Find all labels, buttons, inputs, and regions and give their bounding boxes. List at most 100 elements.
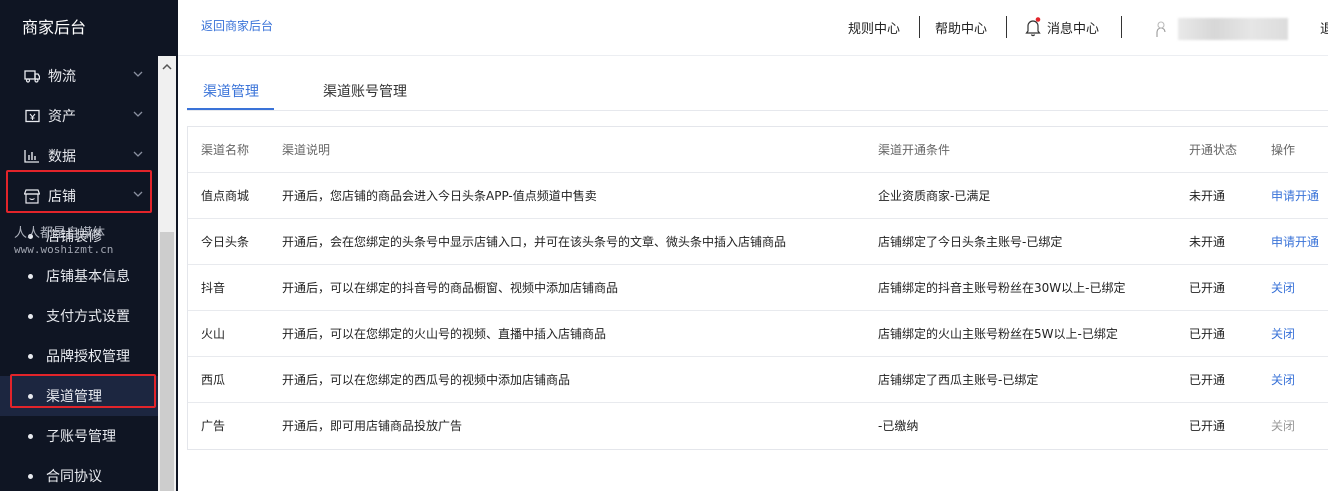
bullet-icon [28,393,33,399]
table-row: 广告 开通后，即可用店铺商品投放广告 -已缴纳 已开通 关闭 [188,403,1328,449]
channel-name: 广告 [201,419,226,433]
channel-status: 已开通 [1189,281,1226,295]
chevron-down-icon [133,71,143,77]
bullet-icon [28,433,33,439]
apply-open-button[interactable]: 申请开通 [1271,219,1319,265]
channel-status: 未开通 [1189,235,1226,249]
channel-table: 渠道名称 渠道说明 渠道开通条件 开通状态 操作 值点商城 开通后，您店铺的商品… [187,126,1328,450]
channel-name: 今日头条 [201,235,250,249]
logout-link[interactable]: 退 [1320,18,1328,37]
column-header-status: 开通状态 [1189,143,1238,157]
channel-description: 开通后，可以在您绑定的火山号的视频、直播中插入店铺商品 [282,327,607,341]
bullet-icon [28,473,33,479]
chevron-down-icon [133,111,143,117]
app-title: 商家后台 [22,18,87,37]
active-tab-indicator [187,108,274,110]
sidebar-item-store[interactable]: 店铺 [0,176,158,216]
sidebar-subitem-label: 店铺基本信息 [46,269,130,285]
apply-open-button[interactable]: 申请开通 [1271,173,1319,219]
back-to-merchant-link[interactable]: 返回商家后台 [201,17,273,34]
column-header-action: 操作 [1271,143,1296,157]
channel-status: 未开通 [1189,189,1226,203]
column-header-description: 渠道说明 [282,143,331,157]
channel-name: 抖音 [201,281,226,295]
bell-icon[interactable] [1024,17,1042,37]
sidebar-subitem-sub-accounts[interactable]: 子账号管理 [0,416,158,456]
sidebar-item-data[interactable]: 数据 [0,136,158,176]
sidebar-item-label: 物流 [48,69,76,85]
table-row: 值点商城 开通后，您店铺的商品会进入今日头条APP-值点频道中售卖 企业资质商家… [188,173,1328,219]
channel-status: 已开通 [1189,419,1226,433]
table-row: 今日头条 开通后，会在您绑定的头条号中显示店铺入口，并可在该头条号的文章、微头条… [188,219,1328,265]
sidebar-subitem-label: 子账号管理 [46,429,116,445]
main-panel: 渠道管理 渠道账号管理 渠道名称 渠道说明 渠道开通条件 开通状态 操作 值点商… [178,56,1328,491]
header-divider [919,16,920,38]
channel-condition: 店铺绑定的火山主账号粉丝在5W以上-已绑定 [878,327,1118,341]
user-icon[interactable] [1154,18,1168,38]
header-divider [1121,16,1122,38]
table-row: 抖音 开通后，可以在绑定的抖音号的商品橱窗、视频中添加店铺商品 店铺绑定的抖音主… [188,265,1328,311]
store-icon [24,188,40,204]
sidebar-subitem-brand-authorization[interactable]: 品牌授权管理 [0,336,158,376]
sidebar-item-label: 数据 [48,149,76,165]
sidebar: 商家后台 物流 资产 数据 店铺 店铺装修 店铺基本信息 支付方式设置 品牌授权… [0,0,178,491]
channel-status: 已开通 [1189,327,1226,341]
channel-condition: 店铺绑定了西瓜主账号-已绑定 [878,373,1039,387]
channel-name: 火山 [201,327,226,341]
channel-description: 开通后，会在您绑定的头条号中显示店铺入口，并可在该头条号的文章、微头条中插入店铺… [282,235,787,249]
table-header-row: 渠道名称 渠道说明 渠道开通条件 开通状态 操作 [188,127,1328,173]
wallet-icon [24,108,40,124]
message-center-link[interactable]: 消息中心 [1047,18,1099,37]
header-divider [1006,16,1007,38]
watermark-url: www.woshizmt.cn [14,243,114,256]
sidebar-subitem-label: 渠道管理 [46,389,102,405]
column-header-name: 渠道名称 [201,143,250,157]
close-channel-button[interactable]: 关闭 [1271,357,1295,403]
channel-condition: 店铺绑定了今日头条主账号-已绑定 [878,235,1063,249]
channel-description: 开通后，可以在绑定的抖音号的商品橱窗、视频中添加店铺商品 [282,281,619,295]
table-row: 西瓜 开通后，可以在您绑定的西瓜号的视频中添加店铺商品 店铺绑定了西瓜主账号-已… [188,357,1328,403]
rules-center-link[interactable]: 规则中心 [848,18,900,37]
channel-condition: 店铺绑定的抖音主账号粉丝在30W以上-已绑定 [878,281,1126,295]
channel-status: 已开通 [1189,373,1226,387]
top-header: 返回商家后台 规则中心 帮助中心 消息中心 退 [178,0,1328,56]
watermark: 人人都是自媒体 www.woshizmt.cn [14,226,113,258]
close-channel-button[interactable]: 关闭 [1271,265,1295,311]
scroll-up-arrow-icon[interactable] [161,62,173,72]
sidebar-item-label: 店铺 [48,189,76,205]
channel-description: 开通后，即可用店铺商品投放广告 [282,419,463,433]
tab-channel-account-management[interactable]: 渠道账号管理 [323,81,407,101]
user-name-blurred[interactable] [1178,18,1288,40]
tab-bar: 渠道管理 渠道账号管理 [187,68,1328,111]
chevron-up-icon [133,191,143,197]
sidebar-subitem-label: 合同协议 [46,469,102,485]
tab-channel-management[interactable]: 渠道管理 [203,81,259,101]
channel-description: 开通后，您店铺的商品会进入今日头条APP-值点频道中售卖 [282,189,597,203]
sidebar-subitem-payment-settings[interactable]: 支付方式设置 [0,296,158,336]
sidebar-item-logistics[interactable]: 物流 [0,56,158,96]
sidebar-menu: 物流 资产 数据 店铺 店铺装修 店铺基本信息 支付方式设置 品牌授权管理 渠道… [0,56,158,491]
watermark-text: 人人都是自媒体 [14,226,106,241]
bullet-icon [28,273,33,279]
bullet-icon [28,313,33,319]
sidebar-subitem-store-info[interactable]: 店铺基本信息 [0,256,158,296]
close-channel-button[interactable]: 关闭 [1271,311,1295,357]
help-center-link[interactable]: 帮助中心 [935,18,987,37]
scrollbar-thumb[interactable] [160,232,174,491]
channel-name: 值点商城 [201,189,250,203]
sidebar-subitem-contracts[interactable]: 合同协议 [0,456,158,491]
sidebar-scrollbar[interactable] [158,56,176,491]
channel-description: 开通后，可以在您绑定的西瓜号的视频中添加店铺商品 [282,373,571,387]
sidebar-subitem-label: 品牌授权管理 [46,349,130,365]
sidebar-item-assets[interactable]: 资产 [0,96,158,136]
close-channel-button-disabled: 关闭 [1271,419,1296,433]
bar-chart-icon [24,148,40,164]
channel-name: 西瓜 [201,373,226,387]
channel-condition: 企业资质商家-已满足 [878,189,991,203]
column-header-condition: 渠道开通条件 [878,143,951,157]
channel-condition: -已缴纳 [878,419,919,433]
chevron-down-icon [133,151,143,157]
sidebar-subitem-label: 支付方式设置 [46,309,130,325]
sidebar-subitem-channel-management[interactable]: 渠道管理 [0,376,158,416]
sidebar-item-label: 资产 [48,109,76,125]
